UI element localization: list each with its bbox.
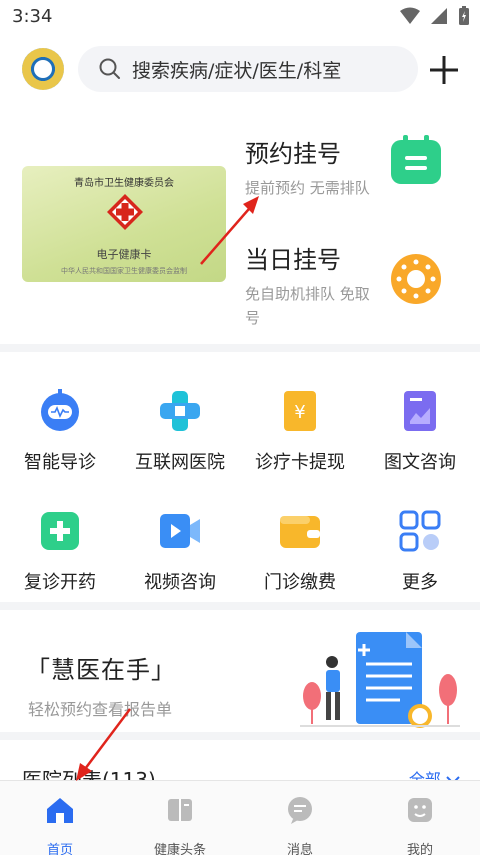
tab-health-news[interactable]: 健康头条 [120, 781, 240, 855]
service-label: 互联网医院 [135, 452, 225, 473]
booking-title: 预约挂号 [245, 140, 341, 168]
view-all-label: 全部 [408, 770, 441, 780]
tab-label: 我的 [406, 843, 433, 855]
section-divider [0, 344, 480, 352]
service-revisit-prescription[interactable]: 复诊开药 [0, 508, 120, 594]
status-bar: 3:34 [0, 0, 480, 34]
same-day-subtitle-line1: 免自助机排队 免取 [245, 285, 370, 303]
card-name: 电子健康卡 [96, 248, 152, 261]
card-footer: 中华人民共和国国家卫生健康委员会监制 [61, 267, 187, 275]
tab-profile[interactable]: 我的 [360, 781, 480, 855]
section-divider [0, 732, 480, 740]
report-illustration-icon [300, 632, 460, 728]
service-label: 视频咨询 [144, 572, 216, 593]
service-card-withdraw[interactable]: ¥ 诊疗卡提现 [240, 388, 360, 474]
tab-label: 首页 [46, 843, 73, 855]
logo-center [34, 60, 52, 78]
service-video-consult[interactable]: 视频咨询 [120, 508, 240, 594]
service-label: 复诊开药 [24, 572, 96, 593]
hospital-list-section: 医院列表(113) 全部 [0, 740, 480, 780]
hospital-list-title: 医院列表(113) [22, 768, 156, 780]
service-smart-triage[interactable]: 智能导诊 [0, 388, 120, 474]
search-placeholder: 搜索疾病/症状/医生/科室 [132, 59, 342, 82]
calendar-icon [391, 135, 441, 184]
wallet-icon [280, 516, 320, 548]
news-icon [168, 799, 192, 821]
profile-icon [408, 798, 432, 822]
status-time: 3:34 [12, 6, 53, 27]
document-chat-icon [404, 391, 436, 431]
view-all-hospitals-link[interactable]: 全部 [409, 766, 460, 780]
top-bar: 搜索疾病/症状/医生/科室 [0, 34, 480, 106]
battery-icon [459, 6, 469, 25]
electronic-health-card[interactable]: 青岛市卫生健康委员会 电子健康卡 中华人民共和国国家卫生健康委员会监制 [22, 166, 226, 282]
medical-cross-icon [160, 391, 200, 431]
service-label: 智能导诊 [24, 452, 96, 473]
video-icon [160, 514, 200, 548]
search-icon [99, 58, 120, 79]
section-divider [0, 602, 480, 610]
service-label: 诊疗卡提现 [255, 452, 345, 473]
service-label: 门诊缴费 [264, 572, 336, 593]
service-label: 图文咨询 [384, 452, 456, 473]
service-label: 更多 [402, 572, 438, 593]
home-icon [47, 798, 73, 823]
service-text-consult[interactable]: 图文咨询 [360, 388, 480, 474]
svg-text:¥: ¥ [294, 402, 305, 423]
same-day-subtitle-line2: 号 [245, 309, 261, 327]
wifi-icon [400, 7, 420, 24]
services-grid: 智能导诊 互联网医院 ¥ 诊疗卡提现 图文咨询 复诊开药 视频咨询 门诊缴费 更… [0, 352, 480, 602]
same-day-title: 当日挂号 [245, 246, 341, 274]
bottom-tab-bar: 首页 健康头条 消息 我的 [0, 780, 480, 855]
add-button[interactable] [428, 54, 460, 86]
message-icon [288, 797, 312, 824]
service-more[interactable]: 更多 [360, 508, 480, 594]
tab-label: 消息 [286, 843, 313, 855]
yuan-card-icon: ¥ [284, 391, 316, 431]
appointment-section: 青岛市卫生健康委员会 电子健康卡 中华人民共和国国家卫生健康委员会监制 预约挂号… [0, 106, 480, 344]
red-cross-emblem-icon [107, 194, 143, 230]
status-icons [400, 6, 470, 26]
search-input[interactable]: 搜索疾病/症状/医生/科室 [78, 46, 418, 92]
service-internet-hospital[interactable]: 互联网医院 [120, 388, 240, 474]
service-outpatient-payment[interactable]: 门诊缴费 [240, 508, 360, 594]
promo-subtitle: 轻松预约查看报告单 [28, 700, 173, 719]
signal-icon [431, 8, 447, 24]
medicine-kit-icon [41, 512, 79, 550]
card-issuer: 青岛市卫生健康委员会 [74, 178, 174, 189]
promo-title: 「慧医在手」 [26, 656, 176, 684]
tab-home[interactable]: 首页 [0, 781, 120, 855]
tab-messages[interactable]: 消息 [240, 781, 360, 855]
booking-subtitle: 提前预约 无需排队 [245, 179, 370, 197]
robot-icon [41, 389, 79, 431]
sun-clock-icon [391, 254, 441, 304]
tab-label: 健康头条 [153, 843, 206, 855]
promo-banner[interactable]: 「慧医在手」 轻松预约查看报告单 [0, 610, 480, 732]
more-grid-icon [399, 510, 441, 552]
hospital-logo[interactable] [22, 48, 64, 90]
